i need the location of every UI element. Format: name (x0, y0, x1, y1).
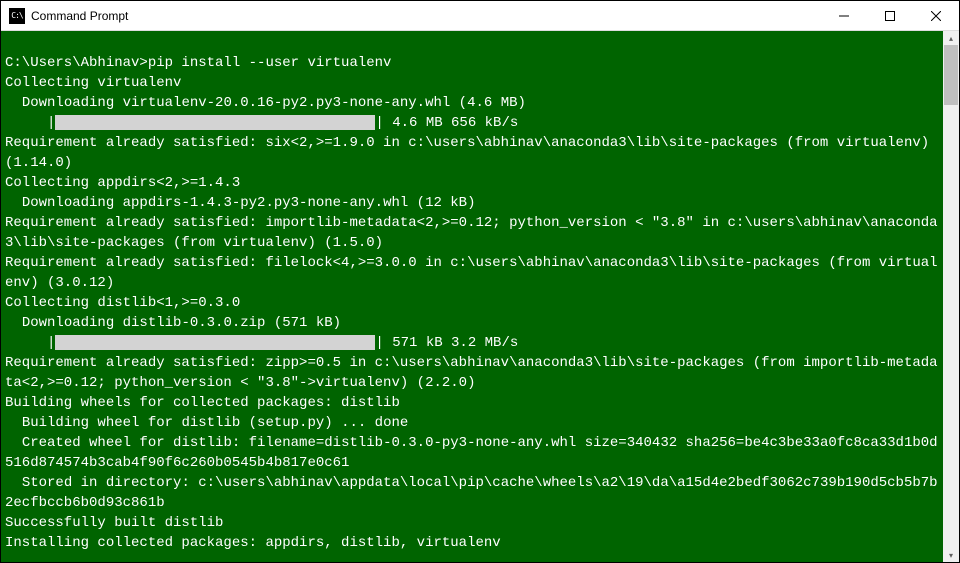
terminal-line (5, 33, 939, 53)
cmd-icon: C:\ (9, 8, 25, 24)
terminal-line: Stored in directory: c:\users\abhinav\ap… (5, 473, 939, 513)
terminal-line: Requirement already satisfied: importlib… (5, 213, 939, 253)
command-prompt-window: C:\ Command Prompt C:\Users\Abhinav>pip … (0, 0, 960, 563)
terminal-line: | | 571 kB 3.2 MB/s (5, 333, 939, 353)
terminal-line: Downloading appdirs-1.4.3-py2.py3-none-a… (5, 193, 939, 213)
vertical-scrollbar[interactable]: ▴ ▾ (943, 31, 959, 562)
terminal-line: Requirement already satisfied: filelock<… (5, 253, 939, 293)
terminal-line: Created wheel for distlib: filename=dist… (5, 433, 939, 473)
scrollbar-down-arrow-icon[interactable]: ▾ (943, 548, 959, 562)
maximize-button[interactable] (867, 1, 913, 30)
progress-suffix: | 571 kB 3.2 MB/s (375, 335, 518, 351)
window-title: Command Prompt (31, 9, 821, 23)
terminal-line: Building wheels for collected packages: … (5, 393, 939, 413)
terminal-line: Building wheel for distlib (setup.py) ..… (5, 413, 939, 433)
terminal-line: Downloading distlib-0.3.0.zip (571 kB) (5, 313, 939, 333)
window-controls (821, 1, 959, 30)
minimize-button[interactable] (821, 1, 867, 30)
terminal-line: C:\Users\Abhinav>pip install --user virt… (5, 53, 939, 73)
terminal-line: Collecting appdirs<2,>=1.4.3 (5, 173, 939, 193)
progress-prefix: | (5, 115, 55, 131)
terminal-output[interactable]: C:\Users\Abhinav>pip install --user virt… (1, 31, 943, 562)
scrollbar-up-arrow-icon[interactable]: ▴ (943, 31, 959, 45)
progress-prefix: | (5, 335, 55, 351)
terminal-line: | | 4.6 MB 656 kB/s (5, 113, 939, 133)
terminal-line: Collecting virtualenv (5, 73, 939, 93)
terminal-line: Successfully built distlib (5, 513, 939, 533)
progress-suffix: | 4.6 MB 656 kB/s (375, 115, 518, 131)
terminal-line: Downloading virtualenv-20.0.16-py2.py3-n… (5, 93, 939, 113)
terminal-wrapper: C:\Users\Abhinav>pip install --user virt… (1, 31, 959, 562)
maximize-icon (885, 11, 895, 21)
minimize-icon (839, 11, 849, 21)
terminal-line: Requirement already satisfied: zipp>=0.5… (5, 353, 939, 393)
close-icon (931, 11, 941, 21)
close-button[interactable] (913, 1, 959, 30)
titlebar[interactable]: C:\ Command Prompt (1, 1, 959, 31)
progress-bar (55, 115, 375, 130)
terminal-line: Installing collected packages: appdirs, … (5, 533, 939, 553)
scrollbar-thumb[interactable] (944, 45, 958, 105)
terminal-line: Requirement already satisfied: six<2,>=1… (5, 133, 939, 173)
progress-bar (55, 335, 375, 350)
terminal-line: Collecting distlib<1,>=0.3.0 (5, 293, 939, 313)
